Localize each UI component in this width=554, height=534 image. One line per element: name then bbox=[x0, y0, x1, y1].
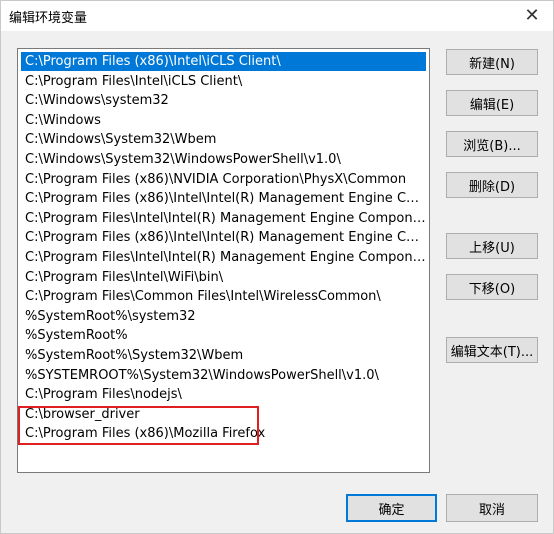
move-down-button[interactable]: 下移(O) bbox=[446, 274, 538, 300]
path-list-item[interactable]: C:\Program Files\Common Files\Intel\Wire… bbox=[21, 287, 426, 306]
path-list-item[interactable]: C:\Windows\System32\WindowsPowerShell\v1… bbox=[21, 150, 426, 169]
ok-button[interactable]: 确定 bbox=[346, 494, 437, 522]
path-list-item[interactable]: C:\Program Files\Intel\Intel(R) Manageme… bbox=[21, 209, 426, 228]
title-bar: 编辑环境变量 ✕ bbox=[1, 1, 553, 31]
path-list-item[interactable]: C:\Program Files (x86)\NVIDIA Corporatio… bbox=[21, 170, 426, 189]
path-list-item[interactable]: C:\Program Files (x86)\Intel\Intel(R) Ma… bbox=[21, 189, 426, 208]
path-list-item[interactable]: C:\Windows\system32 bbox=[21, 91, 426, 110]
path-list-item[interactable]: C:\Windows bbox=[21, 111, 426, 130]
move-up-button[interactable]: 上移(U) bbox=[446, 233, 538, 259]
window-title: 编辑环境变量 bbox=[9, 11, 88, 26]
edit-text-button[interactable]: 编辑文本(T)... bbox=[446, 337, 538, 363]
path-list[interactable]: C:\Program Files (x86)\Intel\iCLS Client… bbox=[17, 48, 430, 473]
new-button[interactable]: 新建(N) bbox=[446, 49, 538, 75]
path-list-item[interactable]: C:\Program Files\nodejs\ bbox=[21, 385, 426, 404]
path-list-item[interactable]: C:\browser_driver bbox=[21, 405, 426, 424]
cancel-button[interactable]: 取消 bbox=[446, 494, 538, 522]
edit-env-variable-dialog: 编辑环境变量 ✕ C:\Program Files (x86)\Intel\iC… bbox=[0, 0, 554, 534]
path-list-item[interactable]: %SystemRoot%\system32 bbox=[21, 307, 426, 326]
delete-button[interactable]: 删除(D) bbox=[446, 172, 538, 198]
path-list-item[interactable]: %SYSTEMROOT%\System32\WindowsPowerShell\… bbox=[21, 366, 426, 385]
path-list-item[interactable]: C:\Program Files\Intel\WiFi\bin\ bbox=[21, 268, 426, 287]
path-list-item[interactable]: %SystemRoot% bbox=[21, 326, 426, 345]
browse-button[interactable]: 浏览(B)... bbox=[446, 131, 538, 157]
path-list-item[interactable]: C:\Program Files (x86)\Intel\Intel(R) Ma… bbox=[21, 228, 426, 247]
path-list-item[interactable]: C:\Program Files\Intel\iCLS Client\ bbox=[21, 72, 426, 91]
close-icon[interactable]: ✕ bbox=[517, 3, 547, 27]
path-list-item[interactable]: C:\Program Files\Intel\Intel(R) Manageme… bbox=[21, 248, 426, 267]
path-list-item[interactable]: %SystemRoot%\System32\Wbem bbox=[21, 346, 426, 365]
path-list-item[interactable]: C:\Program Files (x86)\Mozilla Firefox bbox=[21, 424, 426, 443]
edit-button[interactable]: 编辑(E) bbox=[446, 90, 538, 116]
path-list-item[interactable]: C:\Program Files (x86)\Intel\iCLS Client… bbox=[21, 52, 426, 71]
path-list-item[interactable]: C:\Windows\System32\Wbem bbox=[21, 130, 426, 149]
